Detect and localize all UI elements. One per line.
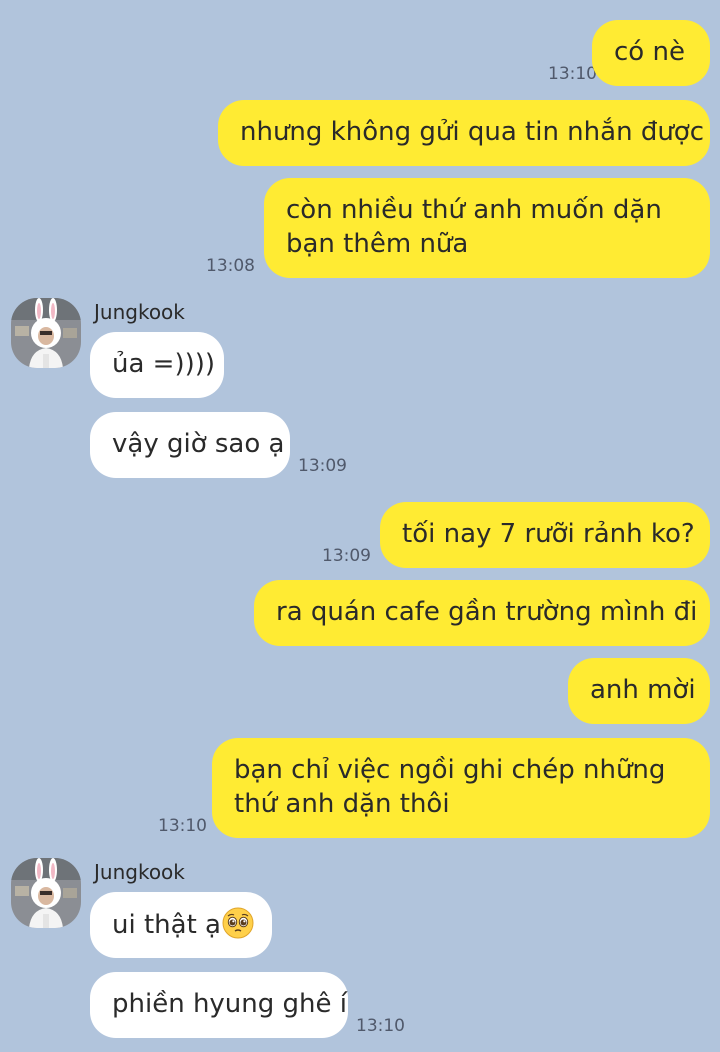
outgoing-message[interactable]: ra quán cafe gần trường mình đi (254, 580, 710, 646)
message-timestamp: 13:08 (206, 256, 255, 276)
outgoing-message[interactable]: nhưng không gửi qua tin nhắn được (218, 100, 710, 166)
sender-name: Jungkook (94, 860, 185, 884)
message-timestamp: 13:09 (298, 456, 347, 476)
incoming-message[interactable]: ủa =)))) (90, 332, 224, 398)
bunny-costume-avatar-icon (11, 298, 81, 368)
message-text: ui thật ạ (112, 910, 221, 940)
incoming-message[interactable]: ui thật ạ (90, 892, 272, 958)
incoming-message[interactable]: vậy giờ sao ạ (90, 412, 290, 478)
message-timestamp: 13:10 (356, 1016, 405, 1036)
outgoing-message[interactable]: có nè (592, 20, 710, 86)
bunny-costume-avatar-icon (11, 858, 81, 928)
message-timestamp: 13:09 (322, 546, 371, 566)
sender-name: Jungkook (94, 300, 185, 324)
outgoing-message[interactable]: còn nhiều thứ anh muốn dặn bạn thêm nữa (264, 178, 710, 278)
pleading-face-emoji-icon (222, 907, 254, 939)
incoming-message[interactable]: phiền hyung ghê í (90, 972, 348, 1038)
contact-avatar[interactable] (11, 298, 81, 368)
outgoing-message[interactable]: anh mời (568, 658, 710, 724)
message-timestamp: 13:10 (158, 816, 207, 836)
outgoing-message[interactable]: bạn chỉ việc ngồi ghi chép những thứ anh… (212, 738, 710, 838)
contact-avatar[interactable] (11, 858, 81, 928)
message-timestamp: 13:10 (548, 64, 597, 84)
outgoing-message[interactable]: tối nay 7 rưỡi rảnh ko? (380, 502, 710, 568)
